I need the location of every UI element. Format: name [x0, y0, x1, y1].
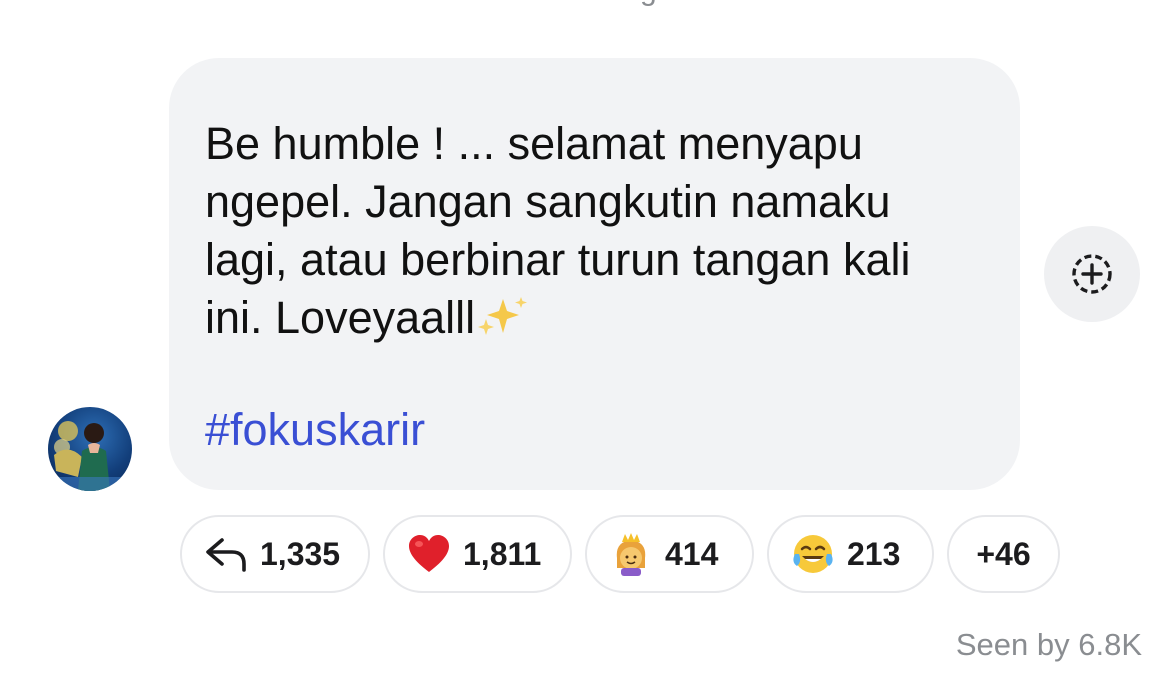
hashtag-link[interactable]: #fokuskarir [205, 405, 425, 455]
princess-emoji [609, 532, 653, 576]
message-thread: g Be humble ! ... selamat menyapu ngepel… [0, 0, 1170, 673]
more-reactions-count: +46 [976, 535, 1031, 572]
sparkles-emoji [475, 293, 531, 335]
princess-reaction-chip[interactable]: 414 [585, 515, 754, 593]
tears-of-joy-emoji [791, 532, 835, 576]
add-reaction-icon [1072, 254, 1112, 294]
laugh-count: 213 [847, 535, 901, 572]
message-body: Be humble ! ... selamat menyapu ngepel. … [205, 118, 911, 343]
heart-reaction-chip[interactable]: 1,811 [383, 515, 572, 593]
message-text: Be humble ! ... selamat menyapu ngepel. … [205, 115, 980, 347]
reply-chip[interactable]: 1,335 [180, 515, 370, 593]
reply-icon [204, 532, 248, 576]
add-reaction-button[interactable] [1044, 226, 1140, 322]
laugh-reaction-chip[interactable]: 213 [767, 515, 934, 593]
heart-count: 1,811 [463, 535, 542, 572]
princess-count: 414 [665, 535, 719, 572]
avatar-photo [48, 421, 132, 491]
reply-count: 1,335 [260, 535, 341, 572]
reaction-bar: 1,335 1,811 414 213 +46 [180, 515, 1060, 593]
avatar[interactable] [48, 407, 132, 491]
more-reactions-chip[interactable]: +46 [947, 515, 1060, 593]
previous-text-fragment: g [640, 0, 657, 8]
red-heart-emoji [407, 532, 451, 576]
seen-by-count: Seen by 6.8K [955, 627, 1142, 662]
message-bubble[interactable]: Be humble ! ... selamat menyapu ngepel. … [169, 58, 1020, 490]
